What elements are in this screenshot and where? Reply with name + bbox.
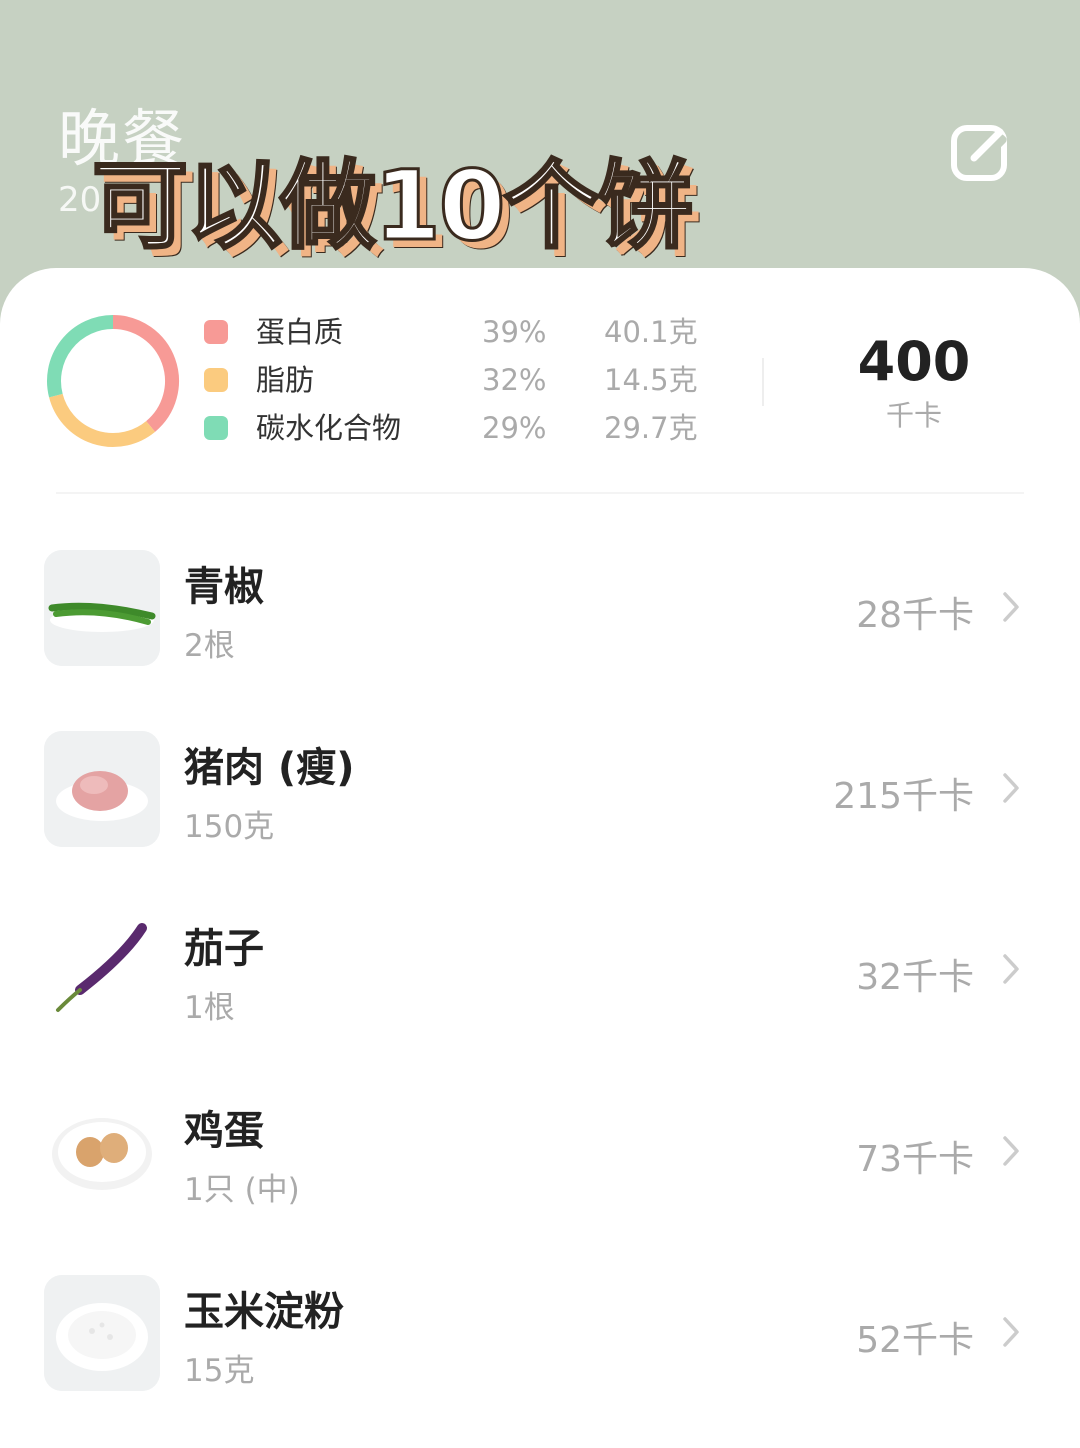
food-quantity: 1只 (中) bbox=[184, 1172, 300, 1208]
food-row-egg[interactable]: 鸡蛋 1只 (中) 73千卡 bbox=[0, 1094, 1080, 1214]
macro-row-protein: 蛋白质 39% 40.1克 bbox=[204, 312, 724, 352]
macro-row-fat: 脂肪 32% 14.5克 bbox=[204, 360, 724, 400]
donut-segment-fat bbox=[49, 393, 156, 447]
total-calories-unit: 千卡 bbox=[885, 399, 942, 432]
summary-divider bbox=[762, 358, 764, 406]
food-calories: 73千卡 bbox=[856, 1139, 974, 1180]
food-calories: 52千卡 bbox=[856, 1320, 974, 1361]
eggplant-photo bbox=[44, 912, 160, 1028]
food-name: 鸡蛋 bbox=[184, 1108, 264, 1154]
carbs-color-dot bbox=[204, 416, 228, 440]
protein-color-dot bbox=[204, 320, 228, 344]
fat-color-dot bbox=[204, 368, 228, 392]
food-quantity: 15克 bbox=[184, 1353, 255, 1389]
edit-icon[interactable] bbox=[948, 120, 1014, 186]
nutrition-summary: 蛋白质 39% 40.1克 脂肪 32% 14.5克 碳水化合物 29% 29.… bbox=[0, 268, 1080, 494]
chevron-right-icon bbox=[1003, 773, 1019, 803]
food-calories: 215千卡 bbox=[833, 776, 974, 817]
corn-starch-photo bbox=[44, 1275, 160, 1391]
macro-amount: 40.1克 bbox=[604, 315, 698, 349]
donut-segment-protein bbox=[112, 315, 179, 432]
food-name: 茄子 bbox=[184, 926, 264, 972]
macro-name: 脂肪 bbox=[256, 363, 315, 397]
food-name: 玉米淀粉 bbox=[184, 1289, 344, 1335]
macro-percent: 29% bbox=[482, 411, 547, 445]
chevron-right-icon bbox=[1003, 954, 1019, 984]
total-calories: 400 bbox=[857, 330, 971, 393]
macro-name: 碳水化合物 bbox=[256, 411, 402, 445]
macro-amount: 14.5克 bbox=[604, 363, 698, 397]
food-row-lean-pork[interactable]: 猪肉 (瘦) 150克 215千卡 bbox=[0, 731, 1080, 851]
chevron-right-icon bbox=[1003, 1136, 1019, 1166]
header: 晚餐 20 可以做10个饼 bbox=[0, 0, 1080, 300]
macro-percent: 32% bbox=[482, 363, 547, 397]
food-quantity: 1根 bbox=[184, 990, 235, 1026]
macro-percent: 39% bbox=[482, 315, 547, 349]
food-quantity: 150克 bbox=[184, 809, 275, 845]
meal-detail-card: 蛋白质 39% 40.1克 脂肪 32% 14.5克 碳水化合物 29% 29.… bbox=[0, 268, 1080, 1448]
lean-pork-photo bbox=[44, 731, 160, 847]
food-name: 青椒 bbox=[184, 564, 264, 610]
green-pepper-photo bbox=[44, 550, 160, 666]
section-divider bbox=[56, 492, 1024, 494]
food-calories: 32千卡 bbox=[856, 957, 974, 998]
overlay-caption: 可以做10个饼 bbox=[91, 149, 696, 264]
chevron-right-icon bbox=[1003, 1317, 1019, 1347]
macro-name: 蛋白质 bbox=[256, 315, 344, 349]
food-row-eggplant[interactable]: 茄子 1根 32千卡 bbox=[0, 912, 1080, 1032]
macro-row-carbs: 碳水化合物 29% 29.7克 bbox=[204, 408, 724, 448]
food-row-corn-starch[interactable]: 玉米淀粉 15克 52千卡 bbox=[0, 1275, 1080, 1395]
egg-photo bbox=[44, 1094, 160, 1210]
food-name: 猪肉 (瘦) bbox=[184, 745, 355, 791]
chevron-right-icon bbox=[1003, 592, 1019, 622]
macro-donut-chart bbox=[47, 315, 179, 447]
donut-segment-carbs bbox=[47, 315, 114, 398]
macro-amount: 29.7克 bbox=[604, 411, 698, 445]
food-calories: 28千卡 bbox=[856, 595, 974, 636]
food-row-green-pepper[interactable]: 青椒 2根 28千卡 bbox=[0, 550, 1080, 670]
food-quantity: 2根 bbox=[184, 628, 235, 664]
